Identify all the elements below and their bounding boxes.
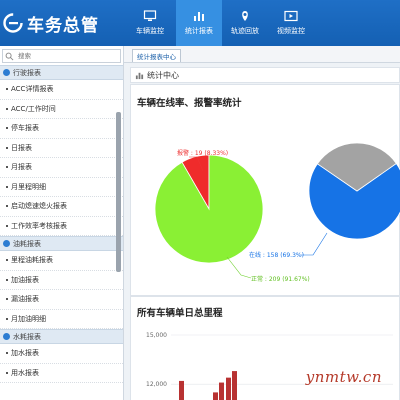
bullet-icon [6, 298, 8, 301]
sidebar-item[interactable]: 加水报表 [0, 344, 123, 364]
stats-icon [135, 72, 144, 79]
sidebar-item-label: 里程油耗报表 [11, 256, 53, 265]
bullet-icon [6, 107, 8, 110]
nav-item-bar-chart[interactable]: 统计报表 [176, 0, 222, 46]
sidebar-item-label: 用水报表 [11, 368, 39, 377]
bullet-icon [6, 259, 8, 262]
sidebar-group[interactable]: 油耗报表 [0, 236, 123, 251]
panel-header: 统计中心 [130, 67, 400, 83]
sidebar-item[interactable]: ACC/工作时间 [0, 100, 123, 119]
sidebar-group-label: 油耗报表 [13, 239, 41, 248]
bar [179, 380, 184, 400]
bullet-icon [6, 352, 8, 355]
search-input[interactable] [14, 52, 114, 60]
logo-icon [3, 13, 23, 33]
sidebar-search[interactable] [2, 49, 121, 63]
bullet-icon [6, 371, 8, 374]
tab-strip: 统计报表中心 [124, 46, 400, 63]
sidebar-item-label: 月里程明细 [11, 182, 46, 191]
y-tick-label: 15,000 [146, 332, 167, 339]
bullet-icon [6, 205, 8, 208]
bar-chart-icon [194, 12, 204, 21]
app-logo: 车务总管 [0, 0, 124, 46]
sidebar-scrollbar[interactable] [116, 112, 121, 272]
sidebar-item[interactable]: 月报表 [0, 158, 123, 178]
top-bar: 车务总管 车辆监控 统计报表 轨迹回放 视频监控 [0, 0, 400, 46]
sidebar-item-label: 加水报表 [11, 349, 39, 358]
bullet-icon [6, 146, 8, 149]
watermark: ynmtw.cn [305, 368, 382, 386]
sidebar-group-label: 行驶报表 [13, 68, 41, 77]
group-icon [3, 333, 10, 340]
sidebar-item-label: 启动熄速熄火报表 [11, 202, 67, 211]
sidebar-item-label: 日报表 [11, 143, 32, 152]
sidebar-item-label: 漏油报表 [11, 295, 39, 304]
sidebar-item-label: 停车报表 [11, 124, 39, 133]
sidebar-item[interactable]: 月里程明细 [0, 178, 123, 197]
main-content: 统计报表中心 统计中心 车辆在线率、报警率统计 报警 : 19 (8.33%) 正… [124, 46, 400, 400]
sidebar-item-label: 月加油明细 [11, 314, 46, 323]
tab-report-center[interactable]: 统计报表中心 [132, 49, 181, 62]
bullet-icon [6, 224, 8, 227]
group-icon [3, 69, 10, 76]
bar [213, 392, 218, 400]
sidebar-item[interactable]: 月加油明细 [0, 310, 123, 329]
sidebar: 行驶报表 ACC详情报表 ACC/工作时间停车报表日报表月报表月里程明细启动熄速熄火… [0, 46, 124, 400]
pie-label: 报警 : 19 (8.33%) [177, 149, 228, 157]
pie-leader-line [226, 256, 252, 279]
sidebar-group-label: 水耗报表 [13, 332, 41, 341]
sidebar-group[interactable]: 水耗报表 [0, 329, 123, 344]
nav-item-label: 视频监控 [277, 27, 305, 35]
nav-item-label: 轨迹回放 [231, 27, 259, 35]
pie-leader-line [301, 232, 328, 256]
location-pin-icon [242, 11, 248, 21]
panel-title: 统计中心 [147, 70, 179, 80]
nav-item-label: 车辆监控 [136, 27, 164, 35]
nav-item-video[interactable]: 视频监控 [268, 0, 314, 46]
group-icon [3, 240, 10, 247]
bullet-icon [6, 317, 8, 320]
nav-item-monitor[interactable]: 车辆监控 [124, 0, 176, 46]
sidebar-item[interactable]: 停车报表 [0, 119, 123, 139]
bar [232, 371, 237, 400]
sidebar-item[interactable]: 用水报表 [0, 364, 123, 383]
sidebar-item[interactable]: 漏油报表 [0, 290, 123, 310]
sidebar-item-label: 加油报表 [11, 275, 39, 284]
nav-item-label: 统计报表 [185, 27, 213, 35]
bar [226, 377, 231, 400]
bar [219, 382, 224, 400]
pie-charts: 报警 : 19 (8.33%) 正常 : 209 (91.67%) 在线 : 158… [154, 142, 400, 283]
app-title: 车务总管 [27, 15, 99, 36]
bullet-icon [6, 166, 8, 169]
bullet-icon [6, 127, 8, 130]
nav-item-location-pin[interactable]: 轨迹回放 [222, 0, 268, 46]
sidebar-item[interactable]: 工作效率考核报表 [0, 217, 123, 236]
bullet-icon [6, 278, 8, 281]
sidebar-item-label: 工作效率考核报表 [11, 221, 67, 230]
bullet-icon [6, 88, 8, 91]
sidebar-item-label: 月报表 [11, 163, 32, 172]
pie-slice [154, 154, 264, 264]
sidebar-item-label: ACC/工作时间 [11, 104, 56, 113]
online-alarm-card: 车辆在线率、报警率统计 报警 : 19 (8.33%) 正常 : 209 (91.… [130, 84, 400, 296]
sidebar-item[interactable]: 加油报表 [0, 271, 123, 290]
pie-label: 在线 : 158 (69.3%) [249, 251, 304, 259]
pie-label: 正常 : 209 (91.67%) [251, 275, 310, 283]
sidebar-menu: 行驶报表 ACC详情报表 ACC/工作时间 停车报表日报表月报表月里程明细启动熄速熄火… [0, 65, 123, 383]
sidebar-item[interactable]: ACC详情报表 [0, 80, 123, 100]
sidebar-item[interactable]: 启动熄速熄火报表 [0, 197, 123, 217]
sidebar-group[interactable]: 行驶报表 [0, 65, 123, 80]
sidebar-item[interactable]: 里程油耗报表 [0, 251, 123, 271]
y-tick-label: 12,000 [146, 381, 167, 388]
monitor-icon [143, 10, 157, 21]
video-icon [284, 10, 298, 22]
top-nav: 车辆监控 统计报表 轨迹回放 视频监控 [124, 0, 314, 46]
search-icon [5, 52, 14, 60]
bullet-icon [6, 185, 8, 188]
sidebar-item-label: ACC详情报表 [11, 85, 54, 94]
sidebar-item[interactable]: 日报表 [0, 139, 123, 158]
